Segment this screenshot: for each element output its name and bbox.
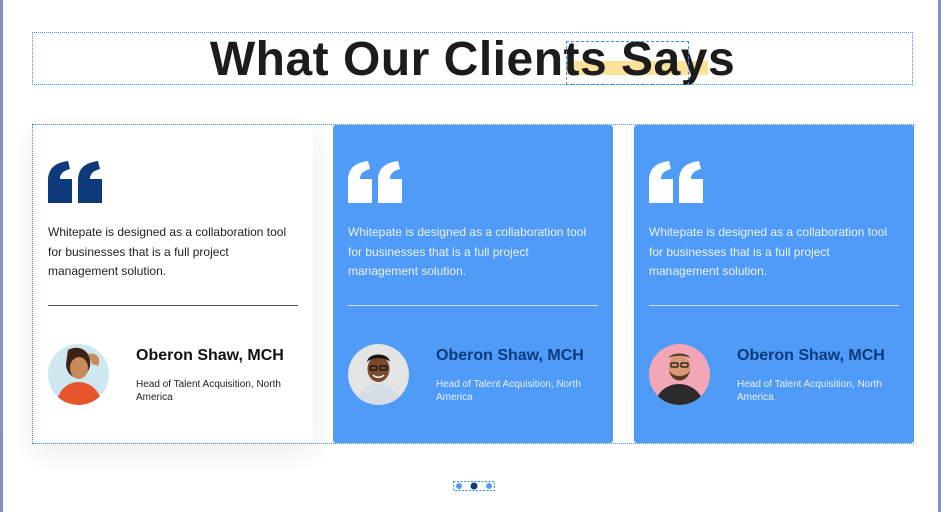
quote-icon xyxy=(48,161,102,203)
title-text-start: What Our Clien xyxy=(209,33,564,86)
author-name: Oberon Shaw, MCH xyxy=(737,347,885,364)
pagination-dot xyxy=(486,483,492,489)
bearded-man-avatar xyxy=(649,344,710,405)
quote-icon xyxy=(348,161,402,203)
author-name: Oberon Shaw, MCH xyxy=(136,347,284,364)
testimonial-card[interactable]: Whitepate is designed as a collaboration… xyxy=(634,125,914,443)
woman-avatar xyxy=(48,344,109,405)
selected-element-outline[interactable] xyxy=(566,41,689,85)
pagination-dot xyxy=(456,483,462,489)
heading-container: What Our Clients Says xyxy=(32,32,913,86)
author-role: Head of Talent Acquisition, North Americ… xyxy=(436,379,581,403)
author-name: Oberon Shaw, MCH xyxy=(436,347,584,364)
canvas-frame-left xyxy=(0,0,3,512)
man-smiling-avatar xyxy=(348,344,409,405)
testimonial-quote: Whitepate is designed as a collaboration… xyxy=(649,225,888,278)
divider xyxy=(348,305,598,306)
author-role: Head of Talent Acquisition, North Americ… xyxy=(737,379,882,403)
testimonial-card[interactable]: Whitepate is designed as a collaboration… xyxy=(333,125,613,443)
testimonial-quote: Whitepate is designed as a collaboration… xyxy=(348,225,587,278)
divider xyxy=(48,305,298,306)
carousel-pagination[interactable] xyxy=(453,481,495,491)
quote-icon xyxy=(649,161,703,203)
section-title: What Our Clients Says xyxy=(33,33,912,86)
title-text-end: s xyxy=(707,33,736,86)
author-role: Head of Talent Acquisition, North Americ… xyxy=(136,379,281,403)
testimonial-quote: Whitepate is designed as a collaboration… xyxy=(48,225,287,278)
divider xyxy=(649,305,899,306)
pagination-dot-active xyxy=(470,482,478,490)
testimonial-card[interactable]: Whitepate is designed as a collaboration… xyxy=(33,125,313,443)
